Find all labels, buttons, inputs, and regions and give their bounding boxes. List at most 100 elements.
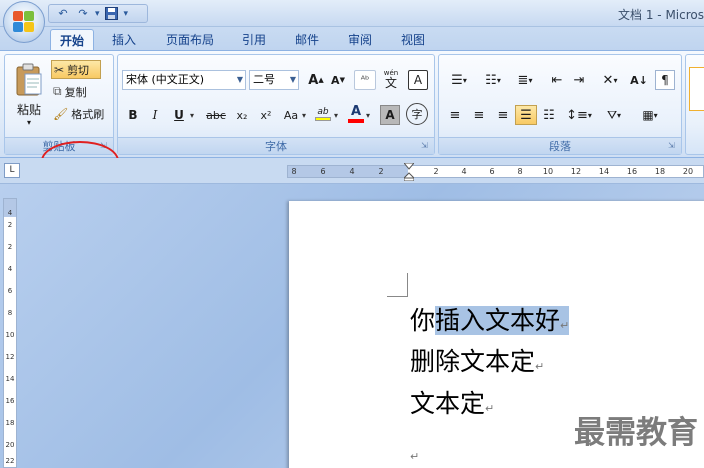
char-shading-button[interactable]: A (380, 105, 400, 125)
tab-selector-button[interactable]: L (4, 163, 20, 178)
margin-corner-mark (407, 273, 408, 297)
align-center-button[interactable]: ≡ (469, 105, 489, 125)
asian-layout-button[interactable]: ✕ ▾ (595, 70, 625, 90)
multilevel-list-button[interactable]: ≣ ▾ (511, 70, 539, 90)
ruler-tick: 2 (433, 167, 439, 176)
increase-indent-button[interactable]: ⇥ (569, 70, 589, 90)
underline-button[interactable]: U (170, 105, 188, 125)
doc-line-1[interactable]: 你插入文本好↵ (410, 301, 570, 337)
vruler-tick: 2 (7, 243, 13, 251)
vruler-tick: 22 (5, 457, 15, 465)
paint-bucket-icon: ⛛ (606, 107, 618, 122)
font-size-combo[interactable]: 二号 ▼ (249, 70, 299, 90)
superscript-button[interactable]: x² (256, 105, 276, 125)
office-button[interactable] (3, 1, 45, 43)
doc-line-3[interactable]: 文本定↵ (410, 384, 494, 420)
change-case-button[interactable]: Aa (280, 105, 302, 125)
tab-mailings[interactable]: 邮件 (287, 29, 327, 51)
outdent-icon: ⇤ (551, 72, 563, 88)
align-center-icon: ≡ (473, 107, 485, 123)
vruler-tick: 20 (5, 441, 15, 449)
paste-dropdown-icon: ▾ (26, 118, 31, 127)
shading-button[interactable]: ⛛ ▾ (599, 105, 629, 125)
multilevel-list-icon: ≣ (517, 72, 529, 88)
title-bar: ↶ ↷ ▾ ▾ 文档 1 - Micros (0, 0, 704, 27)
copy-button[interactable]: ⧉ 复制 (51, 82, 111, 101)
highlight-button[interactable]: ab (312, 103, 334, 125)
tab-review[interactable]: 审阅 (340, 29, 380, 51)
tab-insert[interactable]: 插入 (104, 29, 144, 51)
vertical-ruler[interactable]: 4 2 2 4 6 8 10 12 14 16 18 20 22 (3, 198, 17, 468)
font-color-dropdown-icon[interactable]: ▾ (366, 111, 370, 120)
grow-font-button[interactable]: A ▲ (306, 70, 326, 90)
tab-home[interactable]: 开始 (50, 29, 94, 51)
format-painter-button[interactable]: 🖌 格式刷 (51, 104, 113, 123)
shrink-font-button[interactable]: A ▼ (328, 70, 348, 90)
clear-formatting-button[interactable]: ᴬᵇ (354, 70, 376, 90)
doc-line-4[interactable]: ↵ (410, 437, 419, 466)
horizontal-ruler[interactable]: 8 6 4 2 2 4 6 8 10 12 14 16 18 20 (287, 163, 704, 181)
font-size-value: 二号 (253, 73, 275, 86)
ruler-tick: 4 (461, 167, 467, 176)
tab-view[interactable]: 视图 (393, 29, 433, 51)
clipboard-icon (16, 63, 42, 96)
numbering-button[interactable]: ☷ ▾ (479, 70, 507, 90)
copy-label: 复制 (64, 85, 87, 99)
font-launcher-icon[interactable]: ⇲ (421, 141, 431, 151)
distributed-button[interactable]: ☷ (539, 105, 559, 125)
paragraph-launcher-icon[interactable]: ⇲ (668, 141, 678, 151)
italic-button[interactable]: I (146, 105, 164, 125)
ruler-tick: 8 (291, 167, 297, 176)
line-spacing-button[interactable]: ↕≡ ▾ (565, 105, 593, 125)
style-preview[interactable] (689, 67, 704, 111)
font-color-button[interactable]: A (346, 103, 366, 125)
align-right-button[interactable]: ≡ (493, 105, 513, 125)
doc-line-2-text: 删除文本定 (410, 347, 536, 376)
doc-line-2[interactable]: 删除文本定↵ (410, 342, 544, 378)
save-icon[interactable] (104, 6, 120, 21)
undo-icon[interactable]: ↶ (55, 6, 71, 21)
bullets-button[interactable]: ☰ ▾ (445, 70, 473, 90)
enclose-char-button[interactable]: 字 (406, 103, 428, 125)
redo-icon[interactable]: ↷ (75, 6, 91, 21)
subscript-button[interactable]: x₂ (232, 105, 252, 125)
font-group: 宋体 (中文正文) ▼ 二号 ▼ A ▲ A ▼ ᴬᵇ wén 文 A B I U … (117, 54, 435, 155)
justify-button[interactable]: ☰ (515, 105, 537, 125)
paste-button[interactable]: 粘贴 ▾ (9, 59, 49, 131)
margin-corner-mark (387, 296, 408, 297)
distributed-icon: ☷ (543, 107, 555, 123)
font-name-combo[interactable]: 宋体 (中文正文) ▼ (122, 70, 246, 90)
ruler-tick: 6 (489, 167, 495, 176)
ruler-tick: 18 (654, 167, 666, 176)
char-border-button[interactable]: A (408, 70, 428, 90)
office-logo-icon (13, 11, 35, 33)
phonetic-guide-button[interactable]: wén 文 (380, 68, 402, 91)
cut-button[interactable]: ✂ 剪切 (51, 60, 101, 79)
tab-page-layout[interactable]: 页面布局 (158, 29, 222, 51)
paragraph-mark: ↵ (560, 319, 570, 332)
highlight-dropdown-icon[interactable]: ▾ (334, 111, 338, 120)
indent-marker-icon[interactable] (404, 163, 414, 181)
underline-dropdown-icon[interactable]: ▾ (190, 111, 194, 120)
ruler-tick: 16 (626, 167, 638, 176)
customize-qat-button[interactable]: ▾ (124, 9, 129, 19)
paragraph-group-label: 段落 (439, 137, 681, 154)
ruler-tick: 4 (349, 167, 355, 176)
cut-label: 剪切 (67, 63, 90, 77)
borders-button[interactable]: ▦ ▾ (635, 105, 665, 125)
align-left-button[interactable]: ≡ (445, 105, 465, 125)
bold-button[interactable]: B (124, 105, 142, 125)
case-dropdown-icon[interactable]: ▾ (302, 111, 306, 120)
selected-text: 插入文本好↵ (435, 306, 570, 335)
pilcrow-icon: ¶ (661, 73, 669, 87)
tab-references[interactable]: 引用 (234, 29, 274, 51)
undo-dropdown-icon[interactable]: ▾ (95, 9, 100, 19)
paragraph-mark: ↵ (535, 360, 545, 373)
vruler-tick: 8 (7, 309, 13, 317)
strikethrough-button[interactable]: abc (202, 105, 230, 125)
paintbrush-icon: 🖌 (53, 106, 69, 121)
show-marks-button[interactable]: ¶ (655, 70, 675, 90)
chevron-down-icon: ▼ (236, 75, 243, 84)
decrease-indent-button[interactable]: ⇤ (547, 70, 567, 90)
sort-button[interactable]: A↓ (629, 70, 649, 90)
